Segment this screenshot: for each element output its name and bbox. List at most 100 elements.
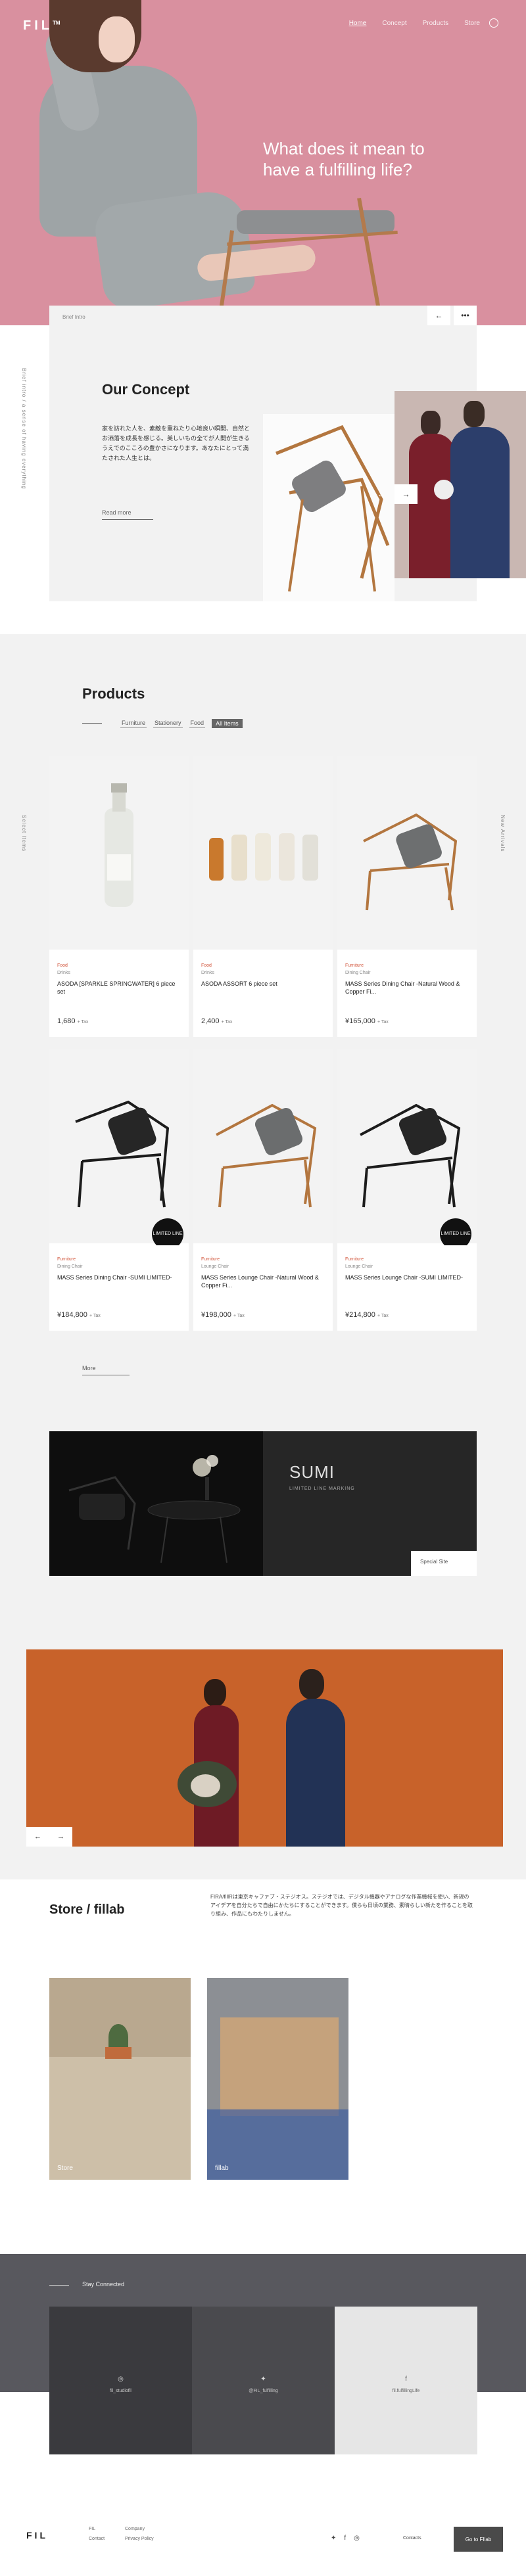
gallery-prev-button[interactable]: ←: [26, 1827, 49, 1847]
arrow-right-icon: →: [402, 490, 410, 499]
couple-orange-photo: [26, 1649, 503, 1847]
store-title: Store / fillab: [49, 1902, 125, 1917]
product-image: [49, 1049, 189, 1243]
social-label: fil_studiofil: [110, 2389, 132, 2393]
product-name[interactable]: MASS Series Dining Chair -SUMI LIMITED-: [57, 1274, 179, 1281]
sumi-special-site-button[interactable]: Special Site: [411, 1551, 477, 1576]
filter-all-items[interactable]: All Items: [212, 719, 243, 728]
dots-icon: •••: [461, 311, 469, 320]
store-text: FIRA/fillRは東京キャファブ・ステジオス。ステジオでは、デジタル機器やア…: [210, 1894, 473, 1917]
concept-title: Our Concept: [102, 381, 190, 398]
product-info: Furniture Dining Chair MASS Series Dinin…: [337, 952, 477, 1037]
footer-contact-label[interactable]: Contacts: [403, 2536, 421, 2541]
product-image: [337, 1049, 477, 1243]
product-price: 2,400 + Tax: [201, 1017, 233, 1025]
product-info: Furniture Lounge Chair MASS Series Loung…: [193, 1245, 333, 1331]
footer-link-company[interactable]: Company: [125, 2527, 164, 2531]
product-name[interactable]: MASS Series Dining Chair -Natural Wood &…: [345, 980, 467, 996]
product-category: Food: [57, 963, 68, 968]
twitter-icon[interactable]: ✦: [331, 2535, 336, 2542]
footer-link-fil[interactable]: FIL: [89, 2527, 125, 2531]
filter-food[interactable]: Food: [189, 719, 206, 728]
product-price: ¥198,000 + Tax: [201, 1311, 245, 1319]
product-subcategory: Drinks: [201, 971, 214, 975]
concept-read-more-link[interactable]: Read more: [102, 509, 153, 520]
product-info: Food Drinks ASODA ASSORT 6 piece set 2,4…: [193, 952, 333, 1037]
product-name[interactable]: ASODA [SPARKLE SPRINGWATER] 6 piece set: [57, 980, 179, 996]
concept-text: 家を訪れた人を、素敵を重ねたり心地良い瞬間、自然とお洒落を成長を感じる。美しいも…: [102, 425, 251, 461]
site-logo[interactable]: FILTM: [23, 18, 60, 34]
sumi-photo[interactable]: [49, 1431, 263, 1576]
product-name[interactable]: MASS Series Lounge Chair -SUMI LIMITED-: [345, 1274, 467, 1281]
products-filter-divider: [82, 723, 102, 724]
hero-figure-skirt: [91, 187, 257, 313]
footer-links: FIL Company Contact Privacy Policy: [89, 2527, 164, 2541]
product-card[interactable]: LIMITED LINE Furniture Lounge Chair MASS…: [337, 1049, 477, 1331]
product-subcategory: Dining Chair: [57, 1264, 83, 1269]
filter-stationery[interactable]: Stationery: [153, 719, 183, 728]
concept-breadcrumb: Brief Intro: [62, 314, 85, 320]
nav-item-concept[interactable]: Concept: [382, 20, 406, 27]
arrow-left-icon: ←: [435, 311, 443, 320]
product-subcategory: Dining Chair: [345, 971, 371, 975]
product-category: Furniture: [345, 963, 364, 968]
nav-item-store[interactable]: Store: [464, 20, 480, 27]
concept-more-button[interactable]: •••: [454, 306, 477, 325]
product-card[interactable]: Furniture Lounge Chair MASS Series Loung…: [193, 1049, 333, 1331]
page-root: FILTM Home Concept Products Store What d…: [0, 0, 526, 2576]
footer-social: ✦ f ◎: [331, 2535, 360, 2542]
products-title: Products: [82, 685, 145, 702]
product-card[interactable]: Furniture Dining Chair MASS Series Dinin…: [337, 756, 477, 1037]
filter-furniture[interactable]: Furniture: [120, 719, 147, 728]
product-card[interactable]: Food Drinks ASODA [SPARKLE SPRINGWATER] …: [49, 756, 189, 1037]
social-label: @FIL_fulfilling: [249, 2389, 278, 2393]
footer-link-contact[interactable]: Contact: [89, 2537, 125, 2541]
product-info: Furniture Dining Chair MASS Series Dinin…: [49, 1245, 189, 1331]
hero-figure-face: [99, 16, 135, 62]
fillab-image[interactable]: fillab: [207, 1978, 348, 2180]
instagram-icon[interactable]: ◎: [354, 2535, 360, 2542]
product-category: Food: [201, 963, 212, 968]
product-image: [193, 756, 333, 950]
product-name[interactable]: MASS Series Lounge Chair -Natural Wood &…: [201, 1274, 323, 1289]
search-icon[interactable]: [489, 18, 498, 28]
concept-gallery-prev[interactable]: ←: [371, 484, 391, 504]
facebook-icon[interactable]: f: [344, 2535, 346, 2542]
products-filters: Furniture Stationery Food All Items: [120, 719, 243, 728]
arrow-left-icon: ←: [377, 490, 385, 499]
product-category: Furniture: [57, 1257, 76, 1262]
sumi-title: SUMI: [289, 1462, 335, 1482]
product-name[interactable]: ASODA ASSORT 6 piece set: [201, 980, 323, 988]
product-category: Furniture: [201, 1257, 220, 1262]
footer-logo[interactable]: FIL: [26, 2530, 48, 2541]
product-price: 1,680 + Tax: [57, 1017, 89, 1025]
product-card[interactable]: Food Drinks ASODA ASSORT 6 piece set 2,4…: [193, 756, 333, 1037]
sumi-subtitle: LIMITED LINE MARKING: [289, 1486, 355, 1491]
social-tile-facebook[interactable]: f fil.fulfillingLife: [335, 2307, 477, 2454]
product-price: ¥165,000 + Tax: [345, 1017, 389, 1025]
product-card[interactable]: LIMITED LINE Furniture Dining Chair MASS…: [49, 1049, 189, 1331]
twitter-icon: ✦: [260, 2376, 266, 2383]
concept-prev-button[interactable]: ←: [427, 306, 450, 325]
product-info: Food Drinks ASODA [SPARKLE SPRINGWATER] …: [49, 952, 189, 1037]
products-more-link[interactable]: More: [82, 1365, 130, 1375]
store-image-label: Store: [57, 2165, 73, 2172]
store-image[interactable]: Store: [49, 1978, 191, 2180]
social-tile-instagram[interactable]: ◎ fil_studiofil: [49, 2307, 192, 2454]
go-to-filab-button[interactable]: Go to FIlab: [454, 2527, 503, 2552]
concept-gallery-next[interactable]: →: [394, 484, 418, 504]
product-info: Furniture Lounge Chair MASS Series Loung…: [337, 1245, 477, 1331]
hero-chair-seat: [237, 210, 394, 234]
main-nav: Home Concept Products Store: [349, 20, 480, 27]
social-label: fil.fulfillingLife: [392, 2389, 420, 2393]
products-side-right: New Arrivals: [500, 815, 506, 852]
product-category: Furniture: [345, 1257, 364, 1262]
fillab-image-label: fillab: [215, 2165, 229, 2172]
arrow-left-icon: ←: [34, 1833, 41, 1841]
footer-link-privacy[interactable]: Privacy Policy: [125, 2537, 164, 2541]
hero-section: FILTM Home Concept Products Store What d…: [0, 0, 526, 325]
social-tile-twitter[interactable]: ✦ @FIL_fulfilling: [192, 2307, 335, 2454]
gallery-next-button[interactable]: →: [49, 1827, 72, 1847]
nav-item-home[interactable]: Home: [349, 20, 367, 27]
nav-item-products[interactable]: Products: [423, 20, 448, 27]
